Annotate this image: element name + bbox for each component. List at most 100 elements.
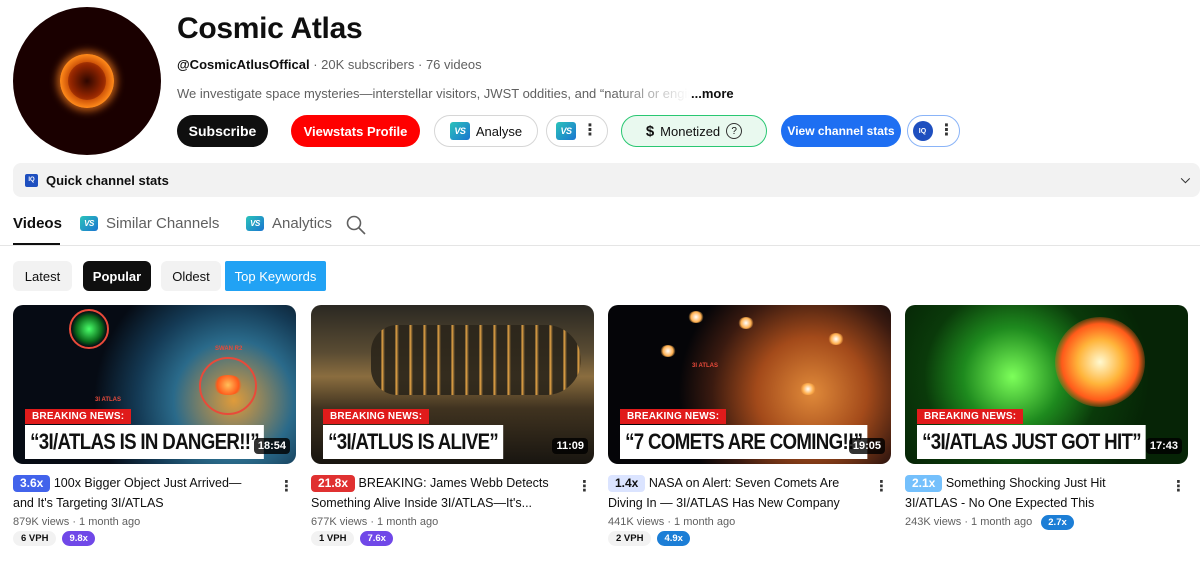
video-thumbnail[interactable]: 3I ATLAS BREAKING NEWS: “7 COMETS ARE CO… xyxy=(608,305,891,464)
video-title[interactable]: 21.8x BREAKING: James Webb Detects Somet… xyxy=(311,473,551,513)
video-thumbnail[interactable]: BREAKING NEWS: “3I/ATLAS JUST GOT HIT” 1… xyxy=(905,305,1188,464)
video-duration: 17:43 xyxy=(1145,438,1182,454)
chip-oldest[interactable]: Oldest xyxy=(161,261,221,291)
quick-channel-stats-bar[interactable]: IQ Quick channel stats ⌵ xyxy=(13,163,1200,197)
video-badges: 2 VPH 4.9x xyxy=(608,531,891,546)
video-badges: 1 VPH 7.6x xyxy=(311,531,594,546)
outlier-multiplier-badge: 21.8x xyxy=(311,474,356,492)
analyse-button[interactable]: VS Analyse xyxy=(434,115,538,147)
thumbnail-headline: “3I/ATLUS IS ALIVE” xyxy=(323,425,504,459)
view-count: 441K views xyxy=(608,516,665,528)
video-count: 76 videos xyxy=(425,57,482,72)
video-title[interactable]: 3.6x 100x Bigger Object Just Arrived—and… xyxy=(13,473,253,513)
video-stats: 243K views · 1 month ago 2.7x xyxy=(905,515,1188,530)
breaking-news-banner: BREAKING NEWS: xyxy=(917,409,1024,424)
upload-age: 1 month ago xyxy=(377,516,439,528)
meta-separator: · xyxy=(367,516,378,528)
help-icon[interactable]: ? xyxy=(726,123,743,139)
spaceship-image xyxy=(371,325,581,395)
breaking-news-banner: BREAKING NEWS: xyxy=(323,409,430,424)
tab-videos[interactable]: Videos xyxy=(13,215,62,232)
chip-popular[interactable]: Popular xyxy=(83,261,151,291)
outlier-multiplier-badge: 3.6x xyxy=(13,474,51,492)
video-card[interactable]: BREAKING NEWS: “3I/ATLAS JUST GOT HIT” 1… xyxy=(905,305,1188,530)
channel-handle[interactable]: @CosmicAtlusOffical xyxy=(177,57,310,72)
video-title[interactable]: 2.1x Something Shocking Just Hit 3I/ATLA… xyxy=(905,473,1145,513)
ratio-badge: 9.8x xyxy=(62,531,95,546)
iq-menu-button[interactable]: IQ ⋮ xyxy=(907,115,960,147)
thumb-label: SWAN R2 xyxy=(215,346,243,352)
more-vert-icon: ⋮ xyxy=(938,122,955,139)
thumbnail-headline: “3I/ATLAS JUST GOT HIT” xyxy=(917,425,1147,459)
more-link[interactable]: ...more xyxy=(691,86,734,101)
more-vert-icon[interactable]: ⋮ xyxy=(577,477,592,495)
view-count: 879K views xyxy=(13,516,70,528)
upload-age: 1 month ago xyxy=(79,516,141,528)
video-title[interactable]: 1.4x NASA on Alert: Seven Comets Are Div… xyxy=(608,473,848,513)
iq-logo-icon: IQ xyxy=(912,121,933,141)
video-duration: 18:54 xyxy=(253,438,290,454)
viewstats-logo-icon: VS xyxy=(80,216,98,231)
ratio-badge: 2.7x xyxy=(1041,515,1074,530)
monetized-badge[interactable]: $ Monetized ? xyxy=(621,115,767,147)
channel-description[interactable]: We investigate space mysteries—interstel… xyxy=(177,86,737,101)
video-info: 2.1x Something Shocking Just Hit 3I/ATLA… xyxy=(905,473,1188,513)
highlight-ring xyxy=(608,331,646,369)
video-thumbnail[interactable]: SWAN R2 3I ATLAS BREAKING NEWS: “3I/ATLA… xyxy=(13,305,296,464)
video-stats: 441K views · 1 month ago xyxy=(608,516,891,528)
vph-badge: 6 VPH xyxy=(13,531,57,546)
channel-avatar[interactable] xyxy=(13,7,161,155)
analyse-label: Analyse xyxy=(475,123,523,139)
video-card[interactable]: BREAKING NEWS: “3I/ATLUS IS ALIVE” 11:09… xyxy=(311,305,594,546)
meta-separator: · xyxy=(309,57,322,72)
more-vert-icon[interactable]: ⋮ xyxy=(279,477,294,495)
vph-badge: 1 VPH xyxy=(311,531,355,546)
tab-videos-label: Videos xyxy=(13,215,62,232)
video-info: 1.4x NASA on Alert: Seven Comets Are Div… xyxy=(608,473,891,513)
chevron-down-icon[interactable]: ⌵ xyxy=(1181,172,1190,187)
comet-image xyxy=(738,317,754,329)
tab-analytics[interactable]: VS Analytics xyxy=(246,215,332,232)
video-card[interactable]: 3I ATLAS BREAKING NEWS: “7 COMETS ARE CO… xyxy=(608,305,891,546)
subscribe-button[interactable]: Subscribe xyxy=(177,115,268,147)
channel-meta: @CosmicAtlusOffical · 20K subscribers · … xyxy=(177,57,482,72)
comet-image xyxy=(800,383,816,395)
meta-separator: · xyxy=(414,57,426,72)
chip-latest[interactable]: Latest xyxy=(13,261,72,291)
highlight-ring xyxy=(69,309,109,349)
outlier-multiplier-badge: 1.4x xyxy=(608,474,646,492)
comet-image xyxy=(688,311,704,323)
sun-image xyxy=(60,54,114,108)
meta-separator: · xyxy=(69,516,80,528)
channel-tabs: Videos VS Similar Channels VS Analytics xyxy=(0,205,1200,246)
meta-separator: · xyxy=(664,516,675,528)
comet-image xyxy=(660,345,676,357)
view-count: 677K views xyxy=(311,516,368,528)
more-vert-icon[interactable]: ⋮ xyxy=(874,477,889,495)
view-channel-stats-button[interactable]: View channel stats xyxy=(781,115,901,147)
subscriber-count: 20K subscribers xyxy=(321,57,415,72)
tab-similar-channels[interactable]: VS Similar Channels xyxy=(80,215,219,232)
search-icon[interactable] xyxy=(346,215,366,235)
iq-logo-icon: IQ xyxy=(25,173,38,187)
viewstats-menu-button[interactable]: VS ⋮ xyxy=(546,115,608,147)
video-info: 3.6x 100x Bigger Object Just Arrived—and… xyxy=(13,473,296,513)
highlight-ring xyxy=(608,305,634,331)
video-thumbnail[interactable]: BREAKING NEWS: “3I/ATLUS IS ALIVE” 11:09 xyxy=(311,305,594,464)
active-tab-indicator xyxy=(13,243,60,245)
comet-image xyxy=(828,333,844,345)
outlier-multiplier-badge: 2.1x xyxy=(905,474,943,492)
description-text: We investigate space mysteries—interstel… xyxy=(177,86,689,101)
video-card[interactable]: SWAN R2 3I ATLAS BREAKING NEWS: “3I/ATLA… xyxy=(13,305,296,546)
monetized-label: Monetized xyxy=(660,123,721,139)
viewstats-logo-icon: VS xyxy=(556,122,576,140)
view-count: 243K views xyxy=(905,516,962,528)
more-vert-icon[interactable]: ⋮ xyxy=(1171,477,1186,495)
video-stats: 677K views · 1 month ago xyxy=(311,516,594,528)
dollar-icon: $ xyxy=(645,122,655,140)
video-badges: 6 VPH 9.8x xyxy=(13,531,296,546)
explosion-image xyxy=(1055,317,1145,407)
viewstats-profile-button[interactable]: Viewstats Profile xyxy=(291,115,420,147)
chip-top-keywords[interactable]: Top Keywords xyxy=(225,261,326,291)
thumbnail-headline: “3I/ATLAS IS IN DANGER!!” xyxy=(25,425,265,459)
